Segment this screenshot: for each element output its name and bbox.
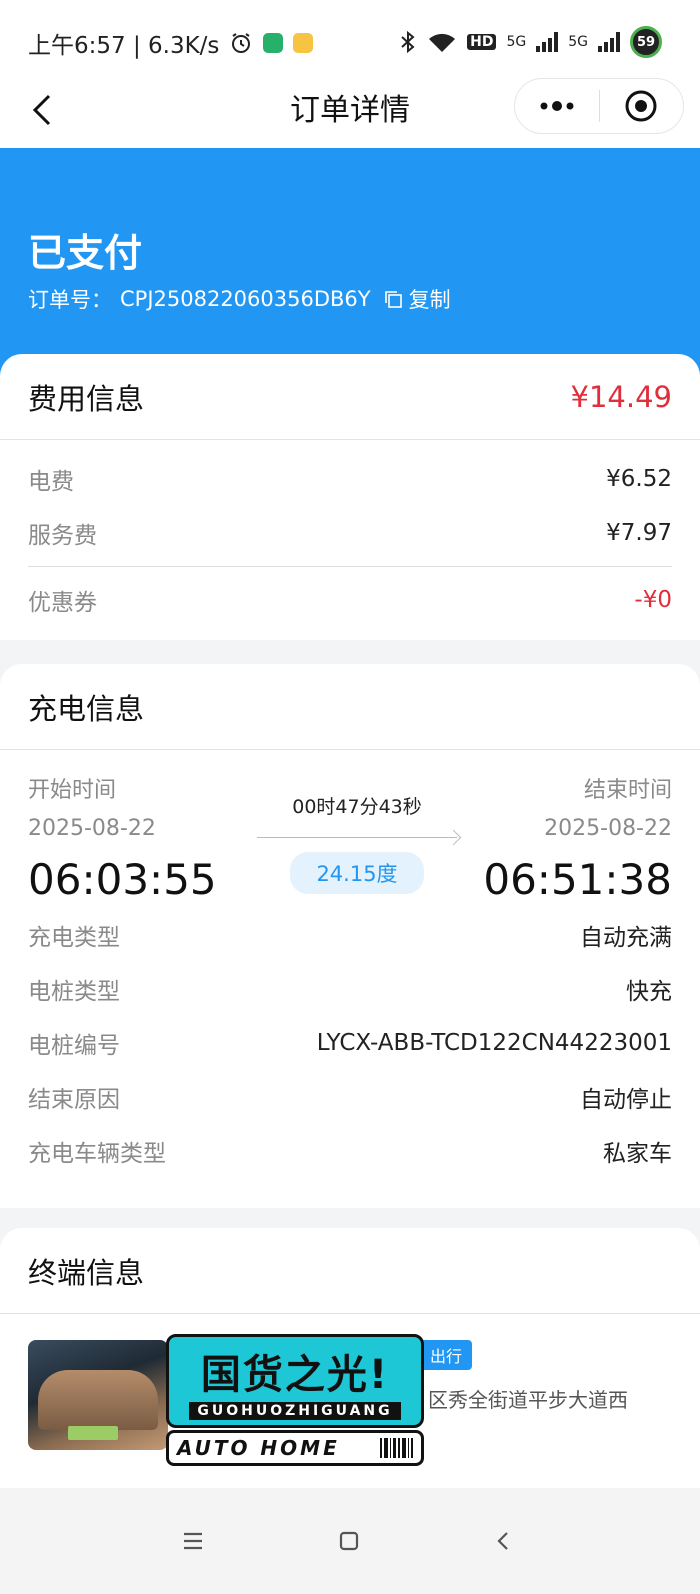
- watermark-cn: 国货之光!: [200, 1352, 390, 1398]
- app-notification-icon: [263, 33, 284, 53]
- copy-label: 复制: [408, 288, 451, 312]
- fee-card-header: 费用信息 ¥14.49: [0, 354, 700, 440]
- barcode-icon: [380, 1438, 413, 1458]
- hd-label: HD: [467, 34, 497, 50]
- watermark-bottom: AUTO HOME: [166, 1430, 424, 1466]
- watermark-logo: 国货之光! GUOHUOZHIGUANG AUTO HOME: [166, 1334, 424, 1466]
- fee-total: ¥14.49: [570, 379, 672, 414]
- charge-row-value: 自动充满: [580, 925, 672, 951]
- signal-5g-label-2: 5G: [568, 34, 588, 50]
- home-button[interactable]: [334, 1526, 364, 1556]
- status-left: 上午6:57 | 6.3K/s: [28, 26, 314, 60]
- charge-row-value: 私家车: [603, 1141, 672, 1167]
- order-number-label: 订单号：: [28, 288, 112, 312]
- charge-row-end-reason: 结束原因 自动停止: [0, 1070, 700, 1124]
- start-time-label: 开始时间: [28, 778, 117, 803]
- mini-program-capsule: [514, 78, 684, 134]
- status-bar: 上午6:57 | 6.3K/s HD 5G 5G 59: [0, 0, 700, 88]
- notes-notification-icon: [293, 33, 314, 53]
- system-nav-bar: [0, 1488, 700, 1594]
- fee-row-label: 服务费: [28, 523, 97, 549]
- duration-arrow: [257, 837, 457, 838]
- start-time-block: 开始时间 2025-08-22 06:03:55: [28, 772, 217, 904]
- coupon-value: -¥0: [634, 587, 672, 613]
- charge-detail-list: 充电类型 自动充满 电桩类型 快充 电桩编号 LYCX-ABB-TCD122CN…: [0, 900, 700, 1178]
- station-thumbnail: [28, 1340, 168, 1450]
- end-time: 06:51:38: [483, 855, 672, 904]
- signal-5g-label-1: 5G: [506, 34, 527, 50]
- signal-icon-1: [536, 32, 559, 52]
- charge-card-title: 充电信息: [28, 691, 145, 726]
- signal-icon-2: [598, 32, 620, 52]
- fee-row-coupon: 优惠券 -¥0: [0, 573, 700, 627]
- charge-row-label: 结束原因: [28, 1087, 120, 1113]
- charge-row-label: 充电车辆类型: [28, 1141, 166, 1167]
- charge-row-pile-number: 电桩编号 LYCX-ABB-TCD122CN44223001: [0, 1016, 700, 1070]
- end-time-block: 结束时间 2025-08-22 06:51:38: [483, 772, 672, 904]
- charged-energy: 24.15度: [290, 852, 424, 894]
- fee-card-title: 费用信息: [28, 381, 145, 416]
- charge-row-label: 电桩类型: [28, 979, 120, 1005]
- watermark-en: AUTO HOME: [177, 1436, 340, 1460]
- coupon-label: 优惠券: [28, 590, 97, 616]
- fee-row-service: 服务费 ¥7.97: [0, 506, 700, 560]
- fee-row-label: 电费: [28, 469, 74, 495]
- close-button[interactable]: [600, 78, 684, 134]
- copy-button[interactable]: 复制: [383, 284, 451, 314]
- station-address: 区秀全街道平步大道西: [428, 1388, 628, 1412]
- end-date: 2025-08-22: [544, 816, 672, 841]
- watermark-pinyin: GUOHUOZHIGUANG: [189, 1402, 401, 1420]
- status-right: HD 5G 5G 59: [399, 26, 662, 58]
- car-image: [38, 1370, 158, 1430]
- start-time: 06:03:55: [28, 855, 217, 904]
- terminal-body[interactable]: 出行 区秀全街道平步大道西 国货之光! GUOHUOZHIGUANG AUTO …: [0, 1314, 700, 1488]
- end-time-label: 结束时间: [583, 778, 672, 803]
- charging-time-block: 开始时间 2025-08-22 06:03:55 00时47分43秒 24.15…: [0, 750, 700, 904]
- order-status-header: 已支付 订单号： CPJ250822060356DB6Y 复制: [0, 148, 700, 378]
- nav-bar: 订单详情: [0, 78, 700, 148]
- fee-row-value: ¥6.52: [606, 466, 672, 492]
- charge-row-value: 快充: [626, 979, 672, 1005]
- charging-info-card: 充电信息 开始时间 2025-08-22 06:03:55 00时47分43秒 …: [0, 664, 700, 1208]
- fee-body: 电费 ¥6.52 服务费 ¥7.97 优惠券 -¥0: [0, 440, 700, 627]
- charge-row-label: 电桩编号: [28, 1033, 120, 1059]
- plate-badge: [68, 1426, 118, 1440]
- back-nav-button[interactable]: [488, 1526, 518, 1556]
- charging-duration-block: 00时47分43秒 24.15度: [252, 792, 462, 894]
- charge-card-header: 充电信息: [0, 664, 700, 750]
- charging-duration: 00时47分43秒: [292, 796, 422, 818]
- menu-icon: [184, 1532, 202, 1550]
- copy-icon: [384, 291, 402, 308]
- terminal-info-card: 终端信息 出行 区秀全街道平步大道西 国货之光! GUOHUOZHIGUANG …: [0, 1228, 700, 1488]
- fee-info-card: 费用信息 ¥14.49 电费 ¥6.52 服务费 ¥7.97 优惠券 -¥0: [0, 354, 700, 640]
- terminal-card-title: 终端信息: [28, 1255, 145, 1290]
- operator-tag: 出行: [420, 1340, 473, 1370]
- menu-button[interactable]: [178, 1526, 208, 1556]
- order-status: 已支付: [28, 231, 143, 275]
- status-time: 上午6:57 | 6.3K/s: [28, 33, 220, 59]
- fee-row-electricity: 电费 ¥6.52: [0, 452, 700, 506]
- start-date: 2025-08-22: [28, 816, 156, 841]
- back-nav-icon: [497, 1532, 508, 1550]
- wifi-icon: [429, 33, 456, 52]
- bluetooth-icon: [401, 30, 415, 54]
- home-icon: [339, 1531, 359, 1551]
- watermark-top: 国货之光! GUOHUOZHIGUANG: [166, 1334, 424, 1428]
- order-number-line: 订单号： CPJ250822060356DB6Y 复制: [28, 284, 451, 314]
- charge-row-vehicle-type: 充电车辆类型 私家车: [0, 1124, 700, 1178]
- charge-row-type: 充电类型 自动充满: [0, 908, 700, 962]
- more-button[interactable]: [515, 78, 599, 134]
- alarm-icon: [232, 33, 251, 53]
- fee-row-value: ¥7.97: [606, 520, 672, 546]
- battery-indicator: 59: [630, 26, 662, 58]
- charge-row-label: 充电类型: [28, 925, 120, 951]
- fee-divider: [28, 566, 672, 567]
- charge-row-value: 自动停止: [580, 1087, 672, 1113]
- close-target-icon: [625, 90, 657, 122]
- charge-row-pile-type: 电桩类型 快充: [0, 962, 700, 1016]
- order-number: CPJ250822060356DB6Y: [120, 287, 371, 311]
- more-icon: [540, 101, 574, 111]
- terminal-card-header: 终端信息: [0, 1228, 700, 1314]
- charge-row-value: LYCX-ABB-TCD122CN44223001: [316, 1030, 672, 1056]
